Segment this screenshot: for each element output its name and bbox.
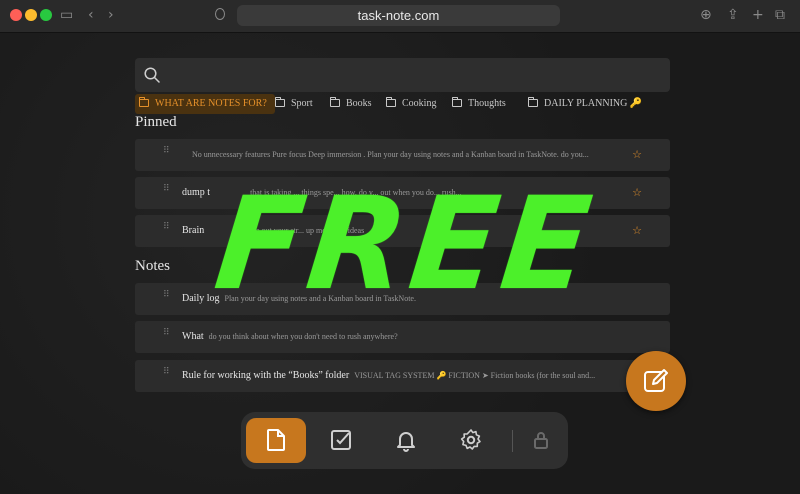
app-content: WHAT ARE NOTES FOR? Sport Books Cooking … <box>0 33 800 494</box>
zoom-window-button[interactable] <box>40 9 52 21</box>
browser-toolbar: ▭ ‹ › task-note.com ⊕ ⇪ + ⧉ <box>0 0 800 33</box>
bottom-navigation <box>241 412 568 469</box>
tasks-tab[interactable] <box>311 418 371 463</box>
lock-tab[interactable] <box>511 418 571 463</box>
settings-tab[interactable] <box>441 418 501 463</box>
edit-icon <box>644 369 668 392</box>
tab-overview-icon[interactable]: ⧉ <box>775 6 785 24</box>
tasks-icon <box>331 430 351 450</box>
note-title: What <box>182 331 204 342</box>
drag-handle-icon[interactable]: ⠿ <box>163 223 170 236</box>
drag-handle-icon[interactable]: ⠿ <box>163 368 170 381</box>
free-overlay-text: FREE <box>208 170 602 319</box>
folder-books[interactable]: Books <box>326 94 372 114</box>
note-preview: do you think about when you don't need t… <box>208 332 398 341</box>
star-icon[interactable]: ☆ <box>632 215 642 247</box>
privacy-icon[interactable] <box>215 8 225 20</box>
drag-handle-icon[interactable]: ⠿ <box>163 329 170 342</box>
folder-what-are-notes-for[interactable]: WHAT ARE NOTES FOR? <box>135 94 275 114</box>
folder-cooking[interactable]: Cooking <box>382 94 436 114</box>
notes-icon <box>267 429 285 451</box>
folder-icon <box>275 97 285 107</box>
folder-icon <box>452 97 462 107</box>
folder-icon <box>528 97 538 107</box>
folder-tabs: WHAT ARE NOTES FOR? Sport Books Cooking … <box>135 94 675 114</box>
bell-icon <box>397 432 415 452</box>
note-preview: VISUAL TAG SYSTEM 🔑 FICTION ➤ Fiction bo… <box>354 371 596 380</box>
url-text: task-note.com <box>357 8 440 23</box>
note-title: Rule for working with the “Books” folder <box>182 370 350 381</box>
download-icon[interactable]: ⊕ <box>700 6 712 24</box>
drag-handle-icon[interactable]: ⠿ <box>163 291 170 304</box>
folder-icon <box>139 97 149 107</box>
close-window-button[interactable] <box>10 9 22 21</box>
pinned-note-row[interactable]: ⠿ No unnecessary features Pure focus Dee… <box>135 139 670 171</box>
minimize-window-button[interactable] <box>25 9 37 21</box>
folder-daily-planning[interactable]: DAILY PLANNING 🔑 <box>524 94 642 114</box>
address-bar[interactable]: task-note.com <box>237 5 560 26</box>
star-icon[interactable]: ☆ <box>632 139 642 171</box>
lock-icon <box>534 432 548 449</box>
pinned-heading: Pinned <box>135 114 177 130</box>
folder-thoughts[interactable]: Thoughts <box>448 94 506 114</box>
folder-sport[interactable]: Sport <box>271 94 313 114</box>
notes-tab[interactable] <box>246 418 306 463</box>
drag-handle-icon[interactable]: ⠿ <box>163 185 170 198</box>
new-tab-icon[interactable]: + <box>752 6 764 24</box>
search-icon <box>144 67 160 83</box>
back-icon[interactable]: ‹ <box>88 6 94 24</box>
folder-icon <box>386 97 396 107</box>
note-preview: No unnecessary features Pure focus Deep … <box>192 150 589 159</box>
sidebar-toggle-icon[interactable]: ▭ <box>60 6 73 24</box>
note-row[interactable]: ⠿ What do you think about when you don't … <box>135 321 670 353</box>
note-row[interactable]: ⠿ Rule for working with the “Books” fold… <box>135 360 670 392</box>
gear-icon <box>460 429 481 450</box>
folder-icon <box>330 97 340 107</box>
drag-handle-icon[interactable]: ⠿ <box>163 147 170 160</box>
share-icon[interactable]: ⇪ <box>727 6 739 24</box>
search-input[interactable] <box>135 58 670 92</box>
star-icon[interactable]: ☆ <box>632 177 642 209</box>
new-note-button[interactable] <box>626 351 686 411</box>
forward-icon[interactable]: › <box>108 6 114 24</box>
reminders-tab[interactable] <box>376 418 436 463</box>
notes-heading: Notes <box>135 258 170 274</box>
